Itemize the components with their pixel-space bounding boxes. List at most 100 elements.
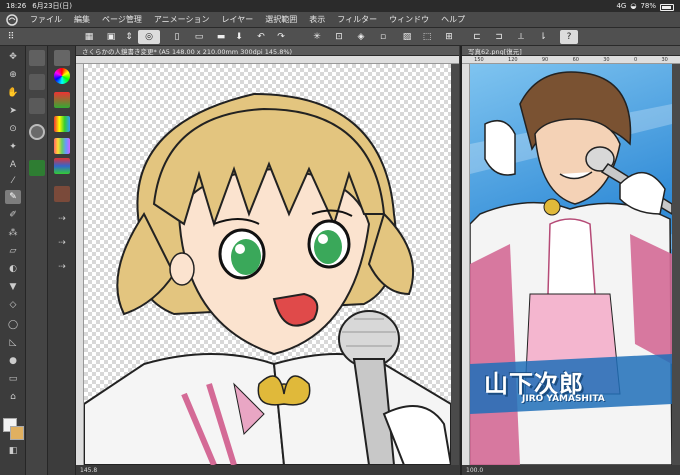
tool-ruler-icon[interactable]: ▭ bbox=[5, 372, 21, 386]
tool-frame-icon[interactable]: ◺ bbox=[5, 336, 21, 350]
undo-icon[interactable]: ↶ bbox=[254, 30, 268, 44]
tool-lasso-icon[interactable]: ⊙ bbox=[5, 122, 21, 136]
menu-filter[interactable]: フィルター bbox=[331, 14, 383, 25]
subtool-5-icon[interactable] bbox=[29, 160, 45, 176]
app-logo-icon[interactable] bbox=[4, 13, 20, 27]
eraser-icon[interactable]: ◈ bbox=[354, 30, 368, 44]
status-date: 6月23日(日) bbox=[32, 2, 73, 10]
menu-edit[interactable]: 編集 bbox=[68, 14, 96, 25]
arrows-updown-icon[interactable]: ⇕ bbox=[122, 30, 136, 44]
layer-palette-icon[interactable] bbox=[54, 50, 70, 66]
clear-icon[interactable]: ▫ bbox=[376, 30, 390, 44]
pen-pressure-icon[interactable]: ⊞ bbox=[442, 30, 456, 44]
tool-correct-icon[interactable]: ⌂ bbox=[5, 390, 21, 404]
main-zoom-readout: 145.8 bbox=[80, 466, 98, 474]
tool-balloon-icon[interactable]: ● bbox=[5, 354, 21, 368]
approximate-color-icon[interactable] bbox=[54, 158, 70, 174]
fill-icon[interactable]: ▨ bbox=[400, 30, 414, 44]
vertical-ruler bbox=[76, 64, 84, 465]
menu-layer[interactable]: レイヤー bbox=[216, 14, 260, 25]
menu-help[interactable]: ヘルプ bbox=[435, 14, 471, 25]
tool-zoom-icon[interactable]: ⊕ bbox=[5, 68, 21, 82]
reference-status-bar: 100.0 bbox=[462, 465, 680, 475]
transform-icon[interactable]: ⊡ bbox=[332, 30, 346, 44]
wifi-icon: ◒ bbox=[630, 1, 637, 10]
reference-tab[interactable]: 写真62.png[復元] bbox=[462, 46, 680, 56]
horizontal-ruler bbox=[76, 56, 459, 64]
reference-illustration bbox=[470, 71, 672, 465]
tool-blend-icon[interactable]: ◐ bbox=[5, 262, 21, 276]
color-wheel-icon[interactable] bbox=[54, 68, 70, 84]
sparkle-icon[interactable]: ✳ bbox=[310, 30, 324, 44]
command-bar: ⠿ ▦ ▣ ⇕ ◎ ▯ ▭ ▬ ⬇ ↶ ↷ ✳ ⊡ ◈ ▫ ▨ ⬚ ⊞ ⊏ ⊐ … bbox=[0, 28, 680, 46]
battery-icon bbox=[660, 3, 674, 11]
sub-view-icon[interactable]: ⇢ bbox=[54, 236, 70, 250]
open-folder-icon[interactable]: ▭ bbox=[192, 30, 206, 44]
flip-icon[interactable]: ⊐ bbox=[492, 30, 506, 44]
tool-palette: ✥ ⊕ ✋ ➤ ⊙ ✦ A ⁄ ✎ ✐ ⁂ ▱ ◐ ▼ ◇ ◯ ◺ ● ▭ ⌂ … bbox=[0, 46, 26, 475]
tool-text-icon[interactable]: A bbox=[5, 158, 21, 172]
status-time: 18:26 bbox=[6, 2, 27, 10]
reference-window: 写真62.png[復元] 150 120 90 60 30 0 30 山下次郎 … bbox=[460, 46, 680, 475]
new-file-icon[interactable]: ▯ bbox=[170, 30, 184, 44]
subtool-circle-icon[interactable] bbox=[29, 124, 45, 140]
menu-view[interactable]: 表示 bbox=[303, 14, 331, 25]
view-grid-icon[interactable]: ▦ bbox=[82, 30, 96, 44]
character-illustration bbox=[84, 92, 451, 465]
preview-icon[interactable]: ▣ bbox=[104, 30, 118, 44]
tool-fill-icon[interactable]: ▼ bbox=[5, 280, 21, 294]
info-icon[interactable]: ⇢ bbox=[54, 260, 70, 274]
main-canvas-tab[interactable]: さくらかの人鏡書き変更* (A5 148.00 x 210.00mm 300dp… bbox=[76, 46, 459, 56]
subtool-3-icon[interactable] bbox=[29, 98, 45, 114]
rotate-canvas-button[interactable]: ◎ bbox=[138, 30, 160, 44]
menu-selection[interactable]: 選択範囲 bbox=[259, 14, 303, 25]
tool-object-icon[interactable]: ➤ bbox=[5, 104, 21, 118]
menu-file[interactable]: ファイル bbox=[24, 14, 68, 25]
main-vertical-scrollbar[interactable] bbox=[451, 64, 459, 465]
color-mode-icon[interactable]: ◧ bbox=[5, 444, 21, 458]
deselect-icon[interactable]: ⬚ bbox=[420, 30, 434, 44]
grip-icon[interactable]: ⠿ bbox=[4, 30, 18, 44]
tool-eraser-icon[interactable]: ▱ bbox=[5, 244, 21, 258]
tool-move-icon[interactable]: ✥ bbox=[5, 50, 21, 64]
tool-shape-icon[interactable]: ◯ bbox=[5, 318, 21, 332]
subtool-2-icon[interactable] bbox=[29, 74, 45, 90]
tool-eyedropper-icon[interactable]: ⁄ bbox=[5, 174, 21, 188]
palette-column: ⇢ ⇢ ⇢ bbox=[48, 46, 76, 475]
main-status-bar: 145.8 bbox=[76, 465, 459, 475]
redo-icon[interactable]: ↷ bbox=[274, 30, 288, 44]
card-name-roman: JIRO YAMASHITA bbox=[522, 394, 605, 404]
menu-window[interactable]: ウィンドウ bbox=[383, 14, 435, 25]
sub-color-swatch[interactable] bbox=[10, 426, 24, 440]
tool-brush-icon[interactable]: ✐ bbox=[5, 208, 21, 222]
main-canvas-title: さくらかの人鏡書き変更* (A5 148.00 x 210.00mm 300dp… bbox=[82, 47, 293, 56]
tool-airbrush-icon[interactable]: ⁂ bbox=[5, 226, 21, 240]
reference-vertical-ruler bbox=[462, 64, 470, 465]
reference-title: 写真62.png[復元] bbox=[468, 47, 522, 56]
intermediate-color-icon[interactable] bbox=[54, 138, 70, 154]
color-set-icon[interactable] bbox=[54, 116, 70, 132]
tool-gradient-icon[interactable]: ◇ bbox=[5, 298, 21, 312]
reference-card-image[interactable]: 山下次郎 JIRO YAMASHITA bbox=[470, 64, 672, 465]
subtool-1-icon[interactable] bbox=[29, 50, 45, 66]
arrow-down-icon[interactable]: ⬇ bbox=[232, 30, 246, 44]
drawing-canvas[interactable] bbox=[84, 64, 451, 465]
crop-icon[interactable]: ⊏ bbox=[470, 30, 484, 44]
tool-pen-icon[interactable]: ✎ bbox=[5, 190, 21, 204]
color-history-icon[interactable] bbox=[54, 186, 70, 202]
menu-animation[interactable]: アニメーション bbox=[148, 14, 216, 25]
save-icon[interactable]: ▬ bbox=[214, 30, 228, 44]
snap-special-icon[interactable]: ⇂ bbox=[536, 30, 550, 44]
menu-bar: ファイル 編集 ページ管理 アニメーション レイヤー 選択範囲 表示 フィルター… bbox=[0, 12, 680, 28]
menu-page[interactable]: ページ管理 bbox=[96, 14, 148, 25]
status-signal: 4G bbox=[616, 1, 627, 10]
sub-tool-column bbox=[26, 46, 48, 475]
reference-horizontal-ruler: 150 120 90 60 30 0 30 bbox=[462, 56, 680, 64]
tool-hand-icon[interactable]: ✋ bbox=[5, 86, 21, 100]
ruler-snap-icon[interactable]: ⟂ bbox=[514, 30, 528, 44]
navigator-icon[interactable]: ⇢ bbox=[54, 212, 70, 226]
tool-wand-icon[interactable]: ✦ bbox=[5, 140, 21, 154]
reference-vertical-scrollbar[interactable] bbox=[672, 64, 680, 465]
color-slider-icon[interactable] bbox=[54, 92, 70, 108]
help-button[interactable]: ? bbox=[560, 30, 578, 44]
